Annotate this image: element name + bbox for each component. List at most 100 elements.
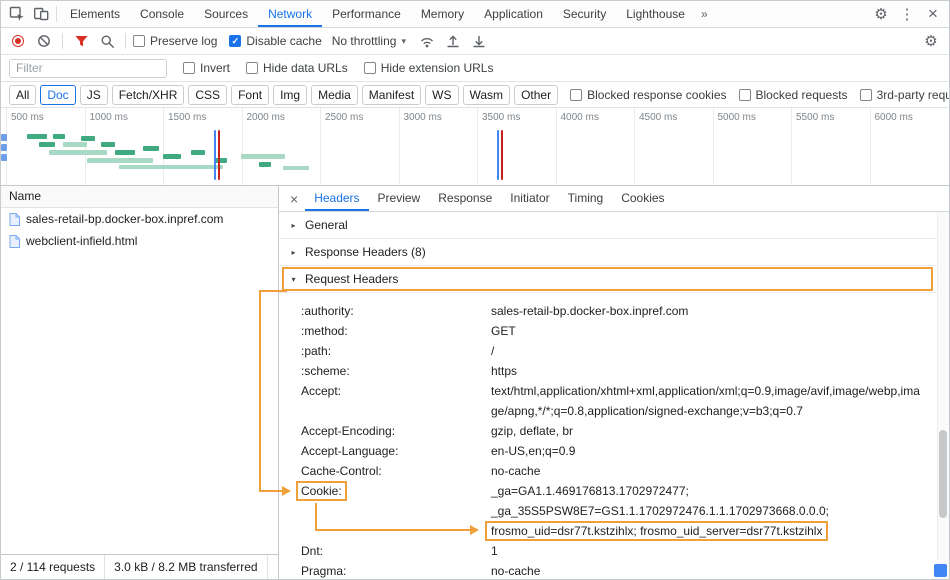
filter-pill-other[interactable]: Other [514,85,558,105]
inspect-element-icon[interactable] [5,2,29,26]
scrollbar-thumb[interactable] [939,430,947,518]
timeline-bar [27,134,47,139]
header-value: sales-retail-bp.docker-box.inpref.com [491,301,949,321]
close-devtools-icon[interactable]: × [921,2,945,26]
search-icon[interactable] [96,30,118,52]
request-name: webclient-infield.html [26,234,137,248]
tab-network[interactable]: Network [258,1,322,27]
chevron-down-icon: ▾ [401,36,406,47]
blocked-requests-checkbox[interactable]: Blocked requests [739,88,848,102]
section-request-headers[interactable]: ▾ Request Headers [279,266,949,293]
checkbox-label: Hide extension URLs [381,61,494,75]
header-value: 1 [491,541,949,561]
filter-pill-all[interactable]: All [9,85,36,105]
timeline-overview[interactable]: 500 ms1000 ms1500 ms2000 ms2500 ms3000 m… [1,108,949,186]
filter-pill-doc[interactable]: Doc [40,85,75,105]
timeline-tick-label: 500 ms [11,112,44,123]
main-tabbar: Elements Console Sources Network Perform… [1,1,949,28]
timeline-bar [115,150,135,155]
filter-pill-fetch-xhr[interactable]: Fetch/XHR [112,85,185,105]
third-party-requests-checkbox[interactable]: 3rd-party requests [860,88,950,102]
timeline-tick-label: 3500 ms [482,112,520,123]
network-settings-icon[interactable]: ⚙ [919,29,943,53]
filter-pill-img[interactable]: Img [273,85,307,105]
header-row: Pragma: no-cache [279,561,949,579]
tab-headers[interactable]: Headers [305,186,368,211]
record-network-log-button[interactable] [7,30,29,52]
scroll-down-indicator[interactable] [934,564,947,577]
throttling-select[interactable]: No throttling ▾ [326,32,412,50]
close-detail-icon[interactable]: × [283,191,305,207]
checkbox-label: Hide data URLs [263,61,348,75]
network-main-area: Name sales-retail-bp.docker-box.inpref.c… [1,186,949,579]
timeline-tick-label: 2000 ms [247,112,285,123]
tab-console[interactable]: Console [130,1,194,27]
column-header-name[interactable]: Name [1,186,278,208]
checkbox-box [133,35,145,47]
header-value: no-cache [491,561,949,579]
tab-cookies[interactable]: Cookies [612,186,673,211]
tab-security[interactable]: Security [553,1,616,27]
section-response-headers[interactable]: ▸ Response Headers (8) [279,239,949,266]
section-title: Response Headers (8) [305,245,426,259]
filter-pill-manifest[interactable]: Manifest [362,85,421,105]
checkbox-box [229,35,241,47]
more-menu-icon[interactable]: ⋮ [895,2,919,26]
tab-response[interactable]: Response [429,186,501,211]
export-har-icon[interactable] [468,30,490,52]
blocked-response-cookies-checkbox[interactable]: Blocked response cookies [570,88,726,102]
hide-data-urls-checkbox[interactable]: Hide data URLs [246,61,348,75]
checkbox-label: Blocked requests [756,88,848,102]
header-row: :scheme: https [279,361,949,381]
clear-network-log-button[interactable] [33,30,55,52]
timeline-bar [53,134,65,139]
checkbox-label: 3rd-party requests [877,88,950,102]
filter-pill-wasm[interactable]: Wasm [463,85,511,105]
settings-icon[interactable]: ⚙ [869,2,893,26]
filter-input[interactable] [9,59,167,78]
timeline-bar [214,130,216,180]
tab-elements[interactable]: Elements [60,1,130,27]
header-name: Accept: [279,381,491,421]
header-name: Cache-Control: [279,461,491,481]
header-value: / [491,341,949,361]
request-row[interactable]: sales-retail-bp.docker-box.inpref.com [1,208,278,230]
filter-pill-media[interactable]: Media [311,85,358,105]
tab-lighthouse[interactable]: Lighthouse [616,1,695,27]
tab-preview[interactable]: Preview [369,186,430,211]
network-conditions-icon[interactable] [416,30,438,52]
tab-performance[interactable]: Performance [322,1,411,27]
more-tabs-icon[interactable]: » [695,1,714,27]
timeline-bar [1,134,7,141]
device-toolbar-icon[interactable] [29,2,53,26]
header-name: :authority: [279,301,491,321]
import-har-icon[interactable] [442,30,464,52]
filter-toggle-icon[interactable] [70,30,92,52]
timeline-bar [143,146,159,151]
header-value: no-cache [491,461,949,481]
section-title: General [305,218,348,232]
disable-cache-checkbox[interactable]: Disable cache [229,34,321,48]
requests-panel: Name sales-retail-bp.docker-box.inpref.c… [1,186,279,579]
filter-pill-css[interactable]: CSS [188,85,227,105]
tab-memory[interactable]: Memory [411,1,474,27]
tab-timing[interactable]: Timing [559,186,613,211]
filter-pill-ws[interactable]: WS [425,85,458,105]
annotation-cookie-box: Cookie: [296,481,347,501]
invert-checkbox[interactable]: Invert [183,61,230,75]
vertical-scrollbar[interactable] [937,212,949,579]
divider [62,33,63,49]
status-bar: 2 / 114 requests 3.0 kB / 8.2 MB transfe… [1,554,278,579]
request-row[interactable]: webclient-infield.html [1,230,278,252]
hide-extension-urls-checkbox[interactable]: Hide extension URLs [364,61,494,75]
preserve-log-checkbox[interactable]: Preserve log [133,34,217,48]
tab-application[interactable]: Application [474,1,553,27]
tab-sources[interactable]: Sources [194,1,258,27]
document-icon [9,213,20,226]
filter-pill-js[interactable]: JS [80,85,108,105]
header-row: Cache-Control: no-cache [279,461,949,481]
section-general[interactable]: ▸ General [279,212,949,239]
filter-pill-font[interactable]: Font [231,85,269,105]
checkbox-box [739,89,751,101]
tab-initiator[interactable]: Initiator [501,186,558,211]
